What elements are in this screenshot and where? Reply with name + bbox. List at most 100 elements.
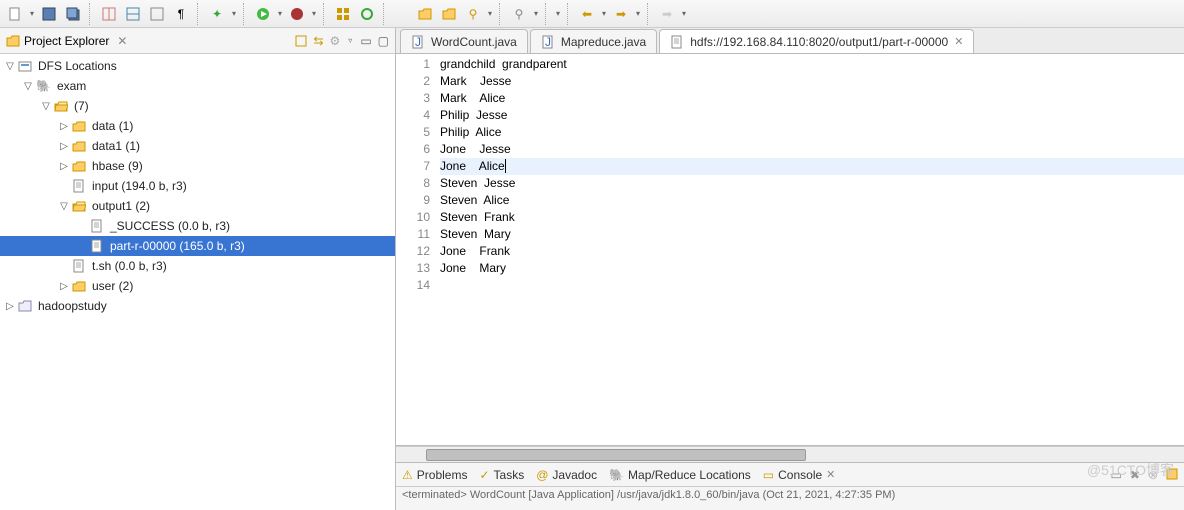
layout-icon[interactable] (98, 3, 120, 25)
pilcrow-icon[interactable]: ¶ (170, 3, 192, 25)
layout2-icon[interactable] (122, 3, 144, 25)
tree-item[interactable]: ▷data (1) (0, 116, 395, 136)
dropdown-icon[interactable]: ▾ (28, 3, 36, 25)
tree-item[interactable]: ▷ user (2) (0, 276, 395, 296)
console-menu-icon[interactable] (1166, 468, 1178, 482)
dropdown-icon[interactable]: ▾ (310, 3, 318, 25)
twisty-icon[interactable]: ▽ (58, 201, 70, 212)
bottom-tabs: ⚠Problems ✓Tasks @Javadoc 🐘Map/Reduce Locat… (396, 463, 1184, 487)
debug-star-icon[interactable]: ✦ (206, 3, 228, 25)
twisty-icon[interactable]: ▷ (58, 281, 70, 292)
horizontal-scrollbar[interactable] (396, 446, 1184, 462)
code-area[interactable]: grandchild grandparentMark JesseMark Ali… (436, 54, 1184, 445)
open-folder-icon[interactable] (414, 3, 436, 25)
code-line[interactable]: Jone Alice (440, 158, 1184, 175)
code-line[interactable]: Jone Mary (440, 260, 1184, 277)
twisty-icon[interactable]: ▷ (58, 161, 70, 172)
twisty-icon[interactable]: ▷ (58, 121, 70, 132)
svg-text:J: J (545, 35, 551, 49)
dropdown-icon[interactable]: ▾ (680, 3, 688, 25)
twisty-icon[interactable]: ▽ (4, 61, 16, 72)
tree-item[interactable]: ▽DFS Locations (0, 56, 395, 76)
remove-icon[interactable]: ✖ (1130, 468, 1140, 482)
code-line[interactable]: Steven Frank (440, 209, 1184, 226)
minimize-icon[interactable]: ▭ (360, 34, 371, 48)
code-line[interactable]: grandchild grandparent (440, 56, 1184, 73)
refresh-icon[interactable] (356, 3, 378, 25)
grid-icon[interactable] (332, 3, 354, 25)
dropdown-icon[interactable]: ▾ (554, 3, 562, 25)
tree-label: t.sh (0.0 b, r3) (92, 259, 167, 273)
search-icon[interactable]: ⚲ (508, 3, 530, 25)
debug-icon[interactable] (286, 3, 308, 25)
bottom-tab-map-reduce-locations[interactable]: 🐘Map/Reduce Locations (609, 468, 751, 482)
code-line[interactable]: Jone Jesse (440, 141, 1184, 158)
view-header: Project Explorer ✕ ⇆ ⚙ ▿ ▭ ▢ (0, 28, 395, 54)
view-menu-icon[interactable]: ▿ (346, 30, 354, 52)
pin-icon[interactable]: ▭ (1111, 468, 1122, 482)
back-icon[interactable]: ⬅ (576, 3, 598, 25)
tree-label: _SUCCESS (0.0 b, r3) (110, 219, 230, 233)
run-icon[interactable] (252, 3, 274, 25)
tree-item[interactable]: t.sh (0.0 b, r3) (0, 256, 395, 276)
dropdown-icon[interactable]: ▾ (276, 3, 284, 25)
dropdown-icon[interactable]: ▾ (600, 3, 608, 25)
file-icon (90, 239, 104, 253)
layout3-icon[interactable] (146, 3, 168, 25)
dropdown-icon[interactable]: ▾ (230, 3, 238, 25)
folder-icon (72, 279, 86, 293)
tree-item[interactable]: ▷data1 (1) (0, 136, 395, 156)
key-icon[interactable]: ⚲ (462, 3, 484, 25)
code-line[interactable] (440, 277, 1184, 294)
editor-tab[interactable]: hdfs://192.168.84.110:8020/output1/part-… (659, 29, 974, 53)
twisty-icon[interactable]: ▷ (58, 141, 70, 152)
code-line[interactable]: Steven Mary (440, 226, 1184, 243)
save-icon[interactable] (38, 3, 60, 25)
tree-item[interactable]: ▽🐘exam (0, 76, 395, 96)
twisty-icon[interactable]: ▷ (4, 301, 16, 312)
remove-all-icon[interactable]: ⊗ (1148, 468, 1158, 482)
tree-item[interactable]: input (194.0 b, r3) (0, 176, 395, 196)
forward2-icon[interactable]: ➡ (656, 3, 678, 25)
link-icon[interactable]: ⇆ (313, 34, 323, 48)
tree-item[interactable]: ▽(7) (0, 96, 395, 116)
bottom-tab-javadoc[interactable]: @Javadoc (536, 468, 597, 482)
code-line[interactable]: Philip Alice (440, 124, 1184, 141)
editor-tab[interactable]: JMapreduce.java (530, 29, 657, 53)
code-line[interactable]: Philip Jesse (440, 107, 1184, 124)
close-x-icon[interactable]: ✕ (117, 34, 127, 48)
tree-item[interactable]: ▷hbase (9) (0, 156, 395, 176)
editor-tab[interactable]: JWordCount.java (400, 29, 528, 53)
dropdown-icon[interactable]: ▾ (532, 3, 540, 25)
tree-label: user (2) (92, 279, 133, 293)
open-folder2-icon[interactable] (438, 3, 460, 25)
code-line[interactable]: Steven Jesse (440, 175, 1184, 192)
code-line[interactable]: Mark Jesse (440, 73, 1184, 90)
tree-item[interactable]: _SUCCESS (0.0 b, r3) (0, 216, 395, 236)
code-line[interactable]: Mark Alice (440, 90, 1184, 107)
close-tab-icon[interactable]: ✕ (954, 35, 963, 48)
dropdown-icon[interactable]: ▾ (634, 3, 642, 25)
new-file-icon[interactable] (4, 3, 26, 25)
dropdown-icon[interactable]: ▾ (486, 3, 494, 25)
tree-item[interactable]: ▷hadoopstudy (0, 296, 395, 316)
bottom-tab-problems[interactable]: ⚠Problems (402, 468, 467, 482)
tree-item[interactable]: part-r-00000 (165.0 b, r3) (0, 236, 395, 256)
code-line[interactable]: Steven Alice (440, 192, 1184, 209)
code-line[interactable]: Jone Frank (440, 243, 1184, 260)
collapse-icon[interactable] (295, 35, 307, 47)
filter-icon[interactable]: ⚙ (330, 34, 341, 48)
bottom-tab-console[interactable]: ▭Console ✕ (763, 468, 836, 482)
close-icon[interactable]: ✕ (826, 468, 835, 481)
forward-icon[interactable]: ➡ (610, 3, 632, 25)
bottom-tab-tasks[interactable]: ✓Tasks (479, 468, 524, 482)
tree-item[interactable]: ▽output1 (2) (0, 196, 395, 216)
tab-label: Javadoc (552, 468, 597, 482)
save-all-icon[interactable] (62, 3, 84, 25)
twisty-icon[interactable]: ▽ (22, 81, 34, 92)
twisty-icon[interactable]: ▽ (40, 101, 52, 112)
svg-text:J: J (415, 35, 421, 49)
tab-label: Map/Reduce Locations (628, 468, 751, 482)
project-tree[interactable]: ▽DFS Locations▽🐘exam▽(7)▷data (1)▷data1 … (0, 54, 395, 510)
maximize-icon[interactable]: ▢ (378, 34, 389, 48)
